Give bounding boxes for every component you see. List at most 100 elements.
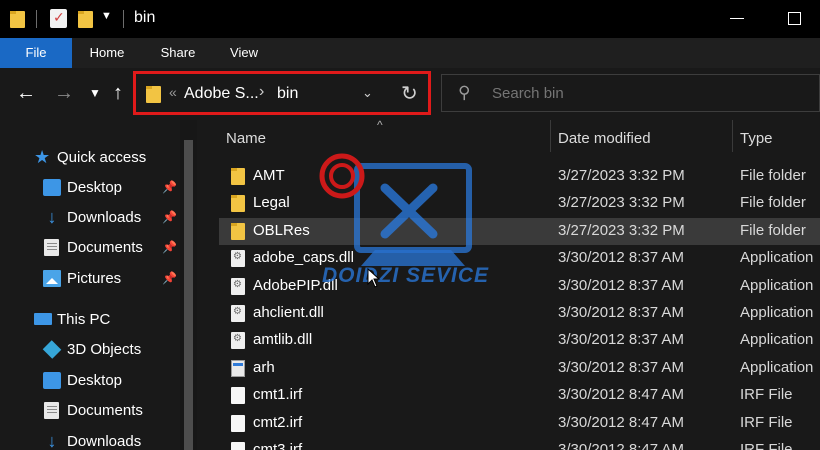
back-button[interactable]: ← bbox=[16, 82, 36, 105]
nav-label: Pictures bbox=[67, 270, 122, 287]
folder-icon bbox=[231, 168, 245, 185]
nav-label: Downloads bbox=[67, 433, 142, 450]
file-name: OBLRes bbox=[253, 221, 310, 239]
minimize-button[interactable] bbox=[730, 18, 744, 19]
blank-file-icon bbox=[231, 387, 245, 405]
quick-access-toolbar-dropdown-icon[interactable]: ▼ bbox=[101, 10, 112, 22]
maximize-button[interactable] bbox=[788, 12, 801, 25]
mouse-cursor-icon bbox=[367, 268, 381, 288]
properties-icon[interactable] bbox=[50, 9, 67, 28]
file-name: cmt3.irf bbox=[253, 441, 303, 450]
file-name: AMT bbox=[253, 167, 285, 184]
file-date-modified: 3/30/2012 8:37 AM bbox=[558, 331, 684, 349]
nav-item-pc-downloads[interactable]: ↓ Downloads bbox=[0, 428, 180, 450]
download-icon: ↓ bbox=[47, 431, 57, 450]
nav-label: Documents bbox=[67, 402, 143, 419]
file-row[interactable]: cmt2.irf 3/30/2012 8:47 AM IRF File bbox=[219, 410, 820, 437]
tab-view[interactable]: View bbox=[226, 38, 262, 68]
nav-item-documents[interactable]: Documents 📌 bbox=[0, 234, 180, 262]
file-row[interactable]: ahclient.dll 3/30/2012 8:37 AM Application bbox=[219, 300, 820, 327]
nav-item-quick-access[interactable]: ★ Quick access bbox=[0, 144, 180, 172]
file-row[interactable]: AMT 3/27/2023 3:32 PM File folder bbox=[219, 163, 820, 190]
sort-ascending-icon: ^ bbox=[377, 118, 383, 132]
file-row[interactable]: OBLRes 3/27/2023 3:32 PM File folder bbox=[219, 217, 820, 245]
computer-icon bbox=[34, 313, 52, 325]
column-header-name[interactable]: Name bbox=[226, 130, 266, 147]
nav-label: Desktop bbox=[67, 372, 123, 389]
nav-item-this-pc[interactable]: This PC bbox=[0, 306, 180, 334]
pin-icon[interactable]: 📌 bbox=[162, 180, 177, 194]
desktop-icon bbox=[43, 372, 61, 389]
nav-item-pc-documents[interactable]: Documents bbox=[0, 397, 180, 425]
address-dropdown-icon[interactable]: ⌄ bbox=[362, 85, 373, 101]
file-type: Application bbox=[740, 331, 814, 349]
divider bbox=[36, 10, 37, 28]
pin-icon[interactable]: 📌 bbox=[162, 271, 177, 285]
ribbon-tabs: File Home Share View bbox=[0, 38, 820, 68]
file-date-modified: 3/30/2012 8:37 AM bbox=[558, 304, 684, 321]
file-type: File folder bbox=[740, 221, 806, 239]
dll-file-icon bbox=[231, 277, 245, 295]
file-name: cmt1.irf bbox=[253, 386, 303, 404]
tab-share[interactable]: Share bbox=[156, 38, 200, 68]
file-type: IRF File bbox=[740, 413, 793, 431]
nav-item-pc-desktop[interactable]: Desktop bbox=[0, 367, 180, 395]
recent-locations-dropdown[interactable]: ▼ bbox=[89, 86, 101, 100]
file-name: ahclient.dll bbox=[253, 304, 324, 321]
file-row[interactable]: adobe_caps.dll3/30/2012 8:37 AMApplicati… bbox=[219, 245, 820, 272]
documents-icon bbox=[44, 402, 59, 419]
breadcrumb-adobe[interactable]: Adobe S... bbox=[184, 85, 259, 103]
navigation-pane: ★ Quick access Desktop 📌 ↓ Downloads 📌 D… bbox=[0, 120, 180, 450]
search-input[interactable] bbox=[492, 85, 792, 102]
dll-file-icon bbox=[231, 305, 245, 322]
divider bbox=[123, 10, 124, 28]
dll-file-icon bbox=[231, 332, 245, 350]
file-type: Application bbox=[740, 304, 814, 321]
file-row[interactable]: arh 3/30/2012 8:37 AM Application bbox=[219, 355, 820, 382]
breadcrumb-separator-icon[interactable]: › bbox=[259, 83, 264, 101]
address-bar[interactable]: « Adobe S... › bin ⌄ ↻ bbox=[133, 71, 431, 115]
up-button[interactable]: ↑ bbox=[113, 82, 123, 105]
search-box[interactable]: ⚲ bbox=[441, 74, 820, 112]
navigation-scrollbar[interactable] bbox=[180, 120, 197, 450]
overflow-chevron[interactable]: « bbox=[169, 84, 177, 100]
tab-home[interactable]: Home bbox=[84, 38, 130, 68]
file-row[interactable]: Legal 3/27/2023 3:32 PM File folder bbox=[219, 190, 820, 217]
new-folder-icon[interactable] bbox=[78, 11, 93, 28]
nav-item-pictures[interactable]: Pictures 📌 bbox=[0, 265, 180, 293]
folder-icon bbox=[231, 195, 245, 213]
folder-icon bbox=[231, 222, 245, 240]
file-type: IRF File bbox=[740, 441, 793, 450]
nav-item-3d-objects[interactable]: 3D Objects bbox=[0, 336, 180, 364]
pin-icon[interactable]: 📌 bbox=[162, 240, 177, 254]
pictures-icon bbox=[43, 270, 61, 287]
address-row: ← → ▼ ↑ « Adobe S... › bin ⌄ ↻ ⚲ bbox=[0, 68, 820, 120]
pin-icon[interactable]: 📌 bbox=[162, 210, 177, 224]
file-row[interactable]: cmt3.irf 3/30/2012 8:47 AM IRF File bbox=[219, 437, 820, 450]
file-type: Application bbox=[740, 358, 814, 376]
column-divider[interactable] bbox=[732, 120, 733, 152]
tab-file[interactable]: File bbox=[0, 38, 72, 68]
file-type: Application bbox=[740, 276, 814, 294]
download-icon: ↓ bbox=[47, 207, 57, 227]
forward-button[interactable]: → bbox=[54, 82, 74, 105]
scrollbar-thumb[interactable] bbox=[184, 140, 193, 450]
file-row[interactable]: amtlib.dll 3/30/2012 8:37 AM Application bbox=[219, 327, 820, 354]
column-header-type[interactable]: Type bbox=[740, 130, 773, 147]
file-row[interactable]: AdobePIP.dll3/30/2012 8:37 AMApplication bbox=[219, 273, 820, 300]
breadcrumb-bin[interactable]: bin bbox=[277, 85, 298, 103]
nav-item-downloads[interactable]: ↓ Downloads 📌 bbox=[0, 204, 180, 232]
nav-label: Quick access bbox=[57, 149, 147, 166]
search-icon: ⚲ bbox=[458, 83, 471, 102]
file-date-modified: 3/27/2023 3:32 PM bbox=[558, 167, 685, 184]
file-row[interactable]: cmt1.irf 3/30/2012 8:47 AM IRF File bbox=[219, 382, 820, 409]
file-name: arh bbox=[253, 358, 275, 376]
column-divider[interactable] bbox=[550, 120, 551, 152]
nav-label: Desktop bbox=[67, 179, 123, 196]
nav-item-desktop[interactable]: Desktop 📌 bbox=[0, 174, 180, 202]
column-header-date-modified[interactable]: Date modified bbox=[558, 130, 651, 147]
refresh-icon[interactable]: ↻ bbox=[401, 81, 418, 106]
file-date-modified: 3/30/2012 8:37 AM bbox=[558, 249, 684, 267]
blank-file-icon bbox=[231, 442, 245, 450]
3d-objects-icon bbox=[42, 340, 62, 359]
